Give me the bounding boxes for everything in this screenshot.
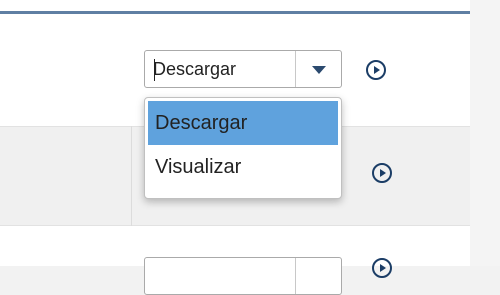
option-visualizar[interactable]: Visualizar [148,145,338,189]
action-select[interactable] [144,257,342,295]
play-circle-icon[interactable] [372,258,392,278]
chevron-down-icon[interactable] [295,258,341,294]
right-gutter [470,0,500,266]
play-circle-icon[interactable] [372,163,392,183]
action-select[interactable]: Descargar [144,50,342,88]
action-select-value: Descargar [153,59,237,79]
column-divider [131,126,132,226]
header-bar [0,0,470,14]
chevron-down-icon[interactable] [295,51,341,87]
option-descargar[interactable]: Descargar [148,101,338,145]
play-circle-icon[interactable] [366,60,386,80]
action-select-dropdown: Descargar Visualizar [144,97,342,199]
